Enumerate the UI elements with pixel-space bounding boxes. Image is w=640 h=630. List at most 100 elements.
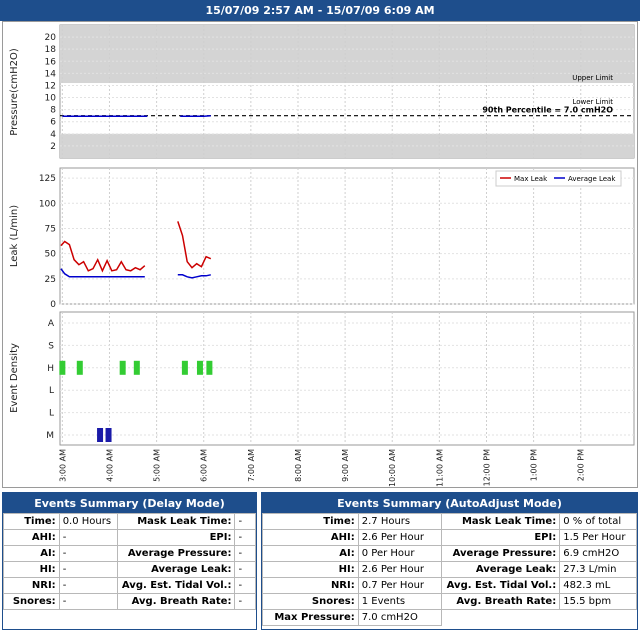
delay-summary-value: -	[58, 545, 118, 562]
upper-limit-label: Upper Limit	[572, 74, 613, 82]
delay-summary-label: Mask Leak Time:	[116, 513, 236, 530]
time-tick-label: 12:00 PM	[482, 449, 491, 486]
delay-summary-label: Snores:	[3, 593, 60, 610]
time-tick-label: 9:00 AM	[341, 449, 350, 482]
pressure-tick-label: 20	[45, 33, 57, 43]
event-marker	[181, 360, 188, 375]
events-summary-delay-panel: Events Summary (Delay Mode) Time: 0.0 Hou…	[2, 492, 257, 630]
auto-summary-label: Average Pressure:	[441, 545, 561, 562]
event-marker	[206, 360, 213, 375]
max-leak-legend-label: Max Leak	[514, 175, 548, 183]
auto-summary-label: Mask Leak Time:	[441, 513, 561, 530]
leak-axis-label: Leak (L/min)	[9, 205, 20, 267]
delay-summary-label: Avg. Breath Rate:	[116, 593, 236, 610]
leak-plot-area	[59, 167, 635, 305]
time-tick-label: 3:00 AM	[58, 449, 67, 482]
delay-summary-value: -	[58, 577, 118, 594]
auto-summary-value: 27.3 L/min	[559, 561, 637, 578]
auto-summary-row: AHI: 2.6 Per Hour EPI: 1.5 Per Hour	[262, 529, 637, 546]
leak-tick-label: 100	[39, 199, 56, 209]
delay-summary-label: Average Pressure:	[116, 545, 236, 562]
time-tick-label: 6:00 AM	[200, 449, 209, 482]
time-tick-label: 2:00 PM	[577, 449, 586, 481]
event-category-label: M	[46, 431, 54, 441]
delay-summary-value: -	[58, 561, 118, 578]
time-tick-label: 5:00 AM	[153, 449, 162, 482]
event-axis-label: Event Density	[9, 343, 20, 413]
leak-tick-label: 25	[45, 275, 56, 285]
pressure-tick-label: 14	[45, 69, 57, 79]
auto-summary-value: 1 Events	[357, 593, 443, 610]
pressure-tick-label: 16	[45, 57, 57, 67]
time-tick-label: 4:00 AM	[105, 449, 114, 482]
time-tick-label: 11:00 AM	[435, 449, 444, 487]
event-marker	[196, 360, 203, 375]
auto-summary-label: Time:	[262, 513, 359, 530]
delay-summary-value: -	[234, 577, 256, 594]
upper-limit-band	[60, 25, 634, 84]
event-category-label: L	[49, 386, 54, 396]
pressure-tick-label: 2	[50, 142, 56, 152]
event-category-label: A	[48, 319, 55, 329]
delay-summary-value: -	[234, 561, 256, 578]
auto-summary-value: 0.7 Per Hour	[357, 577, 443, 594]
delay-summary-row: AI: - Average Pressure: -	[3, 545, 256, 562]
auto-summary-value: 15.5 bpm	[559, 593, 637, 610]
event-category-label: L	[49, 409, 54, 419]
delay-summary-label: Avg. Est. Tidal Vol.:	[116, 577, 236, 594]
auto-summary-row: NRI: 0.7 Per Hour Avg. Est. Tidal Vol.: 482…	[262, 577, 637, 594]
delay-summary-label: HI:	[3, 561, 60, 578]
auto-summary-value: 2.6 Per Hour	[357, 561, 443, 578]
lower-limit-band	[60, 133, 634, 158]
auto-summary-label: Average Leak:	[441, 561, 561, 578]
delay-summary-value: -	[234, 593, 256, 610]
delay-summary-value: 0.0 Hours	[58, 513, 118, 530]
delay-summary-label: AHI:	[3, 529, 60, 546]
auto-summary-value: 2.6 Per Hour	[357, 529, 443, 546]
event-marker	[76, 360, 83, 375]
event-marker	[119, 360, 126, 375]
pressure-axis-label: Pressure(cmH2O)	[9, 48, 20, 136]
leak-tick-label: 0	[50, 300, 56, 310]
auto-summary-value: 0 Per Hour	[357, 545, 443, 562]
auto-summary-row: Max Pressure: 7.0 cmH2O	[262, 609, 637, 626]
time-tick-label: 1:00 PM	[530, 449, 539, 481]
time-tick-label: 10:00 AM	[388, 449, 397, 487]
delay-summary-value: -	[234, 545, 256, 562]
event-marker	[105, 428, 112, 442]
delay-summary-label: Time:	[3, 513, 60, 530]
pressure-series-line	[180, 114, 211, 118]
auto-summary-row: Snores: 1 Events Avg. Breath Rate: 15.5 bpm	[262, 593, 637, 610]
empty-cell	[442, 610, 637, 626]
events-summary-auto-panel: Events Summary (AutoAdjust Mode) Time: 2.…	[261, 492, 638, 630]
delay-summary-row: Time: 0.0 Hours Mask Leak Time: -	[3, 513, 256, 530]
event-marker	[59, 360, 66, 375]
auto-summary-value: 0 % of total	[559, 513, 637, 530]
pressure-tick-label: 12	[45, 81, 56, 91]
auto-summary-row: Time: 2.7 Hours Mask Leak Time: 0 % of tota…	[262, 513, 637, 530]
delay-summary-value: -	[58, 593, 118, 610]
event-category-label: H	[47, 364, 54, 374]
auto-summary-label: EPI:	[441, 529, 561, 546]
chart-frame: 2 4 6 8 10 12 14 16 18 20 90th Percentile = 7.0 cm…	[2, 21, 638, 488]
auto-summary-label: HI:	[262, 561, 359, 578]
time-tick-label: 7:00 AM	[247, 449, 256, 482]
pressure-tick-label: 6	[50, 118, 56, 128]
avg-leak-legend-label: Average Leak	[568, 175, 616, 183]
delay-summary-row: HI: - Average Leak: -	[3, 561, 256, 578]
event-marker	[133, 360, 140, 375]
auto-summary-value: 2.7 Hours	[357, 513, 443, 530]
auto-summary-value: 6.9 cmH2O	[559, 545, 637, 562]
delay-summary-value: -	[58, 529, 118, 546]
auto-summary-label: NRI:	[262, 577, 359, 594]
events-summary-delay-table: Time: 0.0 Hours Mask Leak Time: - AHI: - EPI: -…	[3, 513, 256, 610]
max-pressure-value: 7.0 cmH2O	[357, 609, 443, 626]
auto-summary-label: Snores:	[262, 593, 359, 610]
events-summary-auto-table: Time: 2.7 Hours Mask Leak Time: 0 % of tota…	[262, 513, 637, 626]
delay-summary-label: EPI:	[116, 529, 236, 546]
event-category-label: S	[48, 341, 54, 351]
max-pressure-label: Max Pressure:	[262, 609, 359, 626]
events-summary-auto-title: Events Summary (AutoAdjust Mode)	[262, 493, 637, 513]
leak-tick-label: 50	[45, 250, 57, 260]
auto-summary-label: AI:	[262, 545, 359, 562]
